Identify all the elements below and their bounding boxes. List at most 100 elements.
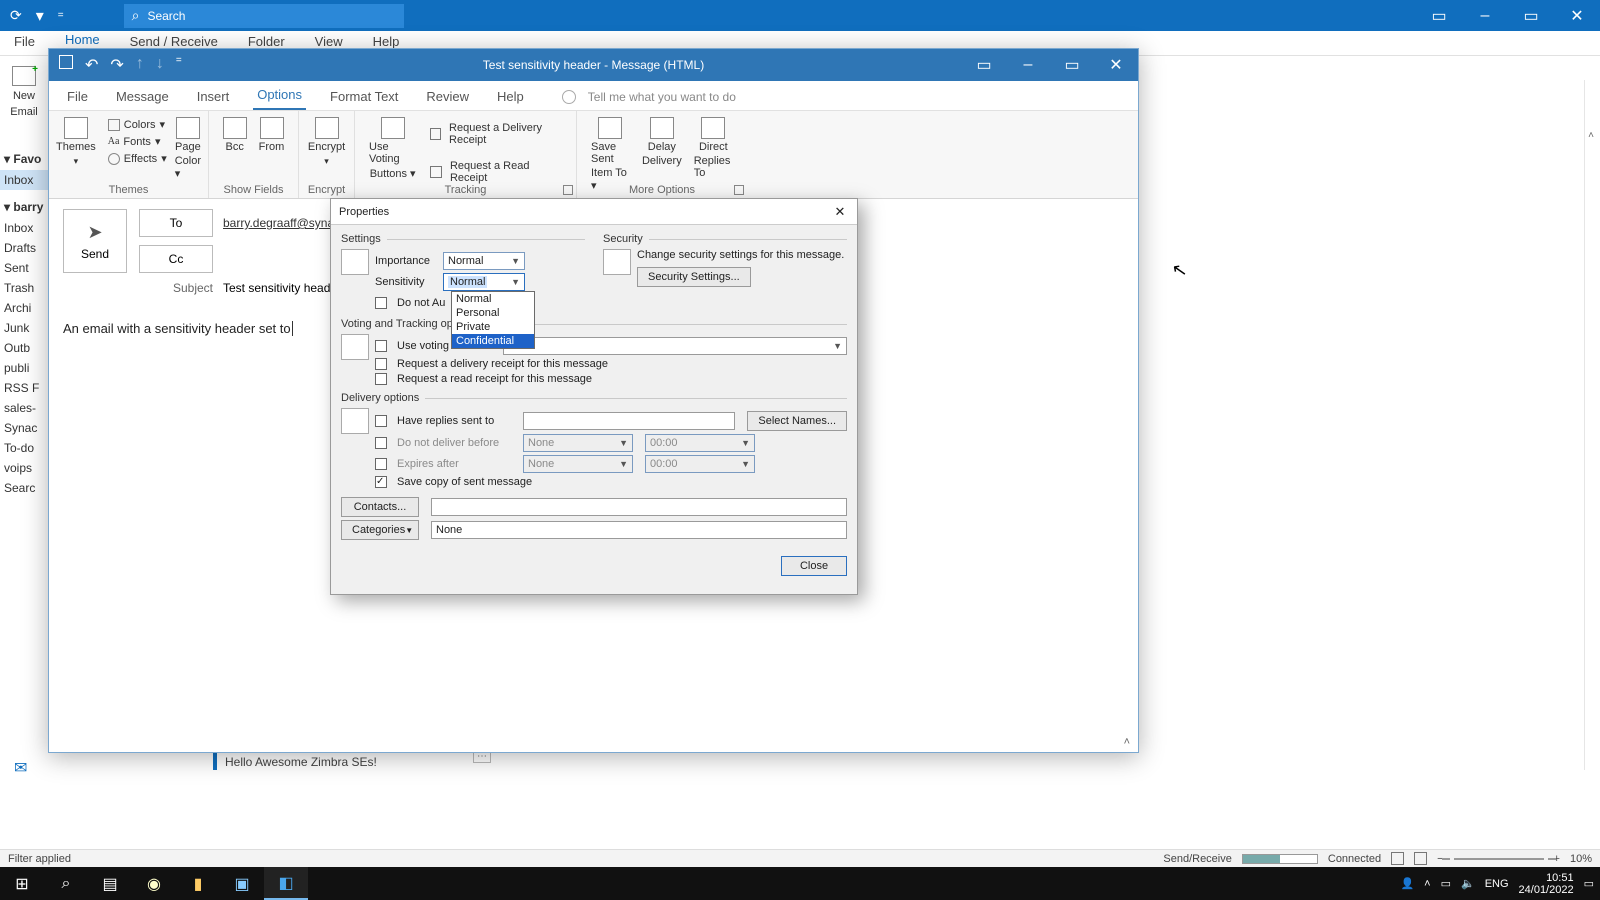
qat-arrow-icon[interactable]: ▾	[36, 6, 44, 26]
redo-icon[interactable]	[110, 55, 123, 75]
nav-item-junk[interactable]: Junk	[0, 318, 48, 338]
req-delivery-checkbox[interactable]	[375, 358, 387, 370]
tray-clock[interactable]: 10:51 24/01/2022	[1519, 872, 1574, 896]
taskbar-search-icon[interactable]: ⌕	[44, 867, 88, 900]
nav-item-voips[interactable]: voips	[0, 458, 48, 478]
tray-monitor-icon[interactable]: ▭	[1441, 877, 1451, 890]
explorer-icon[interactable]: ▮	[176, 867, 220, 900]
have-replies-checkbox[interactable]	[375, 415, 387, 427]
sensitivity-select[interactable]: Normal▼	[443, 273, 525, 291]
no-deliver-date-select[interactable]: None▼	[523, 434, 633, 452]
nav-item-inbox[interactable]: Inbox	[0, 218, 48, 238]
importance-select[interactable]: Normal▼	[443, 252, 525, 270]
main-minimize-button[interactable]	[1462, 0, 1508, 31]
categories-value[interactable]: None	[431, 521, 847, 539]
nav-item-todo[interactable]: To-do	[0, 438, 48, 458]
sensitivity-option-private[interactable]: Private	[452, 320, 534, 334]
tab-file[interactable]: File	[63, 83, 92, 110]
to-button[interactable]: To	[139, 209, 213, 237]
delay-delivery-button[interactable]: DelayDelivery	[636, 115, 688, 169]
security-settings-button[interactable]: Security Settings...	[637, 267, 751, 287]
chrome-icon[interactable]: ◉	[132, 867, 176, 900]
start-button[interactable]: ⊞	[0, 867, 44, 900]
app-icon[interactable]: ▣	[220, 867, 264, 900]
more-options-launcher-icon[interactable]	[734, 185, 744, 195]
zoom-slider[interactable]	[1454, 858, 1544, 860]
request-delivery-receipt[interactable]: Request a Delivery Receipt	[428, 121, 568, 147]
properties-titlebar[interactable]: Properties ✕	[331, 199, 857, 225]
tab-help[interactable]: Help	[493, 83, 528, 110]
use-voting-checkbox[interactable]	[375, 340, 387, 352]
themes-button[interactable]: Themes	[50, 115, 102, 169]
cc-button[interactable]: Cc	[139, 245, 213, 273]
qat-equals-icon[interactable]: =	[58, 10, 64, 21]
do-not-autoarchive-checkbox[interactable]	[375, 297, 387, 309]
tab-options[interactable]: Options	[253, 81, 306, 110]
main-close-button[interactable]	[1554, 0, 1600, 31]
nav-group-favorites[interactable]: ▾ Favo	[0, 148, 48, 170]
save-icon[interactable]	[59, 55, 73, 69]
tell-me-box[interactable]: Tell me what you want to do	[562, 84, 740, 110]
expires-date-select[interactable]: None▼	[523, 455, 633, 473]
nav-item-archive[interactable]: Archi	[0, 298, 48, 318]
page-color-button[interactable]: Page Color ▾	[169, 115, 207, 182]
send-button[interactable]: ➤ Send	[63, 209, 127, 273]
qat-customize-icon[interactable]: =	[176, 55, 182, 75]
no-deliver-time-select[interactable]: 00:00▼	[645, 434, 755, 452]
nav-item-trash[interactable]: Trash	[0, 278, 48, 298]
nav-item-outbox[interactable]: Outb	[0, 338, 48, 358]
no-deliver-before-checkbox[interactable]	[375, 437, 387, 449]
view-reading-icon[interactable]	[1414, 852, 1427, 865]
bcc-button[interactable]: Bcc	[217, 115, 253, 155]
tray-language[interactable]: ENG	[1485, 878, 1509, 890]
new-email-button[interactable]: + New Email	[0, 56, 48, 146]
nav-item-public[interactable]: publi	[0, 358, 48, 378]
tab-insert[interactable]: Insert	[193, 83, 234, 110]
compose-maximize-button[interactable]	[1050, 49, 1094, 81]
have-replies-input[interactable]	[523, 412, 735, 430]
subject-field[interactable]: Test sensitivity header	[223, 281, 341, 295]
contacts-input[interactable]	[431, 498, 847, 516]
nav-item-sales[interactable]: sales-	[0, 398, 48, 418]
sensitivity-option-normal[interactable]: Normal	[452, 292, 534, 306]
outlook-taskbar-icon[interactable]: ◧	[264, 867, 308, 900]
close-button[interactable]: Close	[781, 556, 847, 576]
ribbon-collapse-icon[interactable]: ˄	[1124, 736, 1130, 748]
tab-review[interactable]: Review	[422, 83, 473, 110]
sensitivity-option-confidential[interactable]: Confidential	[452, 334, 534, 348]
main-maximize-button[interactable]	[1508, 0, 1554, 31]
nav-item-sent[interactable]: Sent	[0, 258, 48, 278]
direct-replies-button[interactable]: DirectReplies To	[688, 115, 739, 181]
request-read-receipt[interactable]: Request a Read Receipt	[428, 159, 568, 185]
themes-fonts[interactable]: AaFonts ▾	[106, 134, 169, 149]
nav-item-inbox-fav[interactable]: Inbox	[0, 170, 48, 190]
req-read-checkbox[interactable]	[375, 373, 387, 385]
properties-close-icon[interactable]: ✕	[831, 203, 849, 221]
undo-icon[interactable]	[85, 55, 98, 75]
reading-pane-collapse-icon[interactable]: ˄	[1588, 130, 1594, 141]
nav-item-drafts[interactable]: Drafts	[0, 238, 48, 258]
encrypt-button[interactable]: Encrypt	[302, 115, 351, 169]
voting-buttons-select[interactable]: ▼	[503, 337, 847, 355]
compose-minimize-button[interactable]	[1006, 49, 1050, 81]
sensitivity-option-personal[interactable]: Personal	[452, 306, 534, 320]
ribbon-display-icon[interactable]: ▭	[1416, 0, 1462, 31]
mail-module-icon[interactable]: ✉	[14, 758, 27, 778]
nav-item-synac[interactable]: Synac	[0, 418, 48, 438]
refresh-icon[interactable]	[10, 7, 22, 25]
compose-ribbon-display-icon[interactable]: ▭	[962, 49, 1006, 81]
themes-colors[interactable]: Colors ▾	[106, 117, 169, 132]
view-normal-icon[interactable]	[1391, 852, 1404, 865]
compose-titlebar[interactable]: = Test sensitivity header - Message (HTM…	[49, 49, 1138, 81]
tray-notifications-icon[interactable]: ▭	[1584, 877, 1594, 890]
nav-group-account[interactable]: ▾ barry	[0, 196, 48, 218]
tab-formattext[interactable]: Format Text	[326, 83, 402, 110]
tab-message[interactable]: Message	[112, 83, 173, 110]
menu-file[interactable]: File	[10, 30, 39, 55]
from-button[interactable]: From	[253, 115, 291, 155]
select-names-button[interactable]: Select Names...	[747, 411, 847, 431]
save-sent-item-button[interactable]: Save SentItem To ▾	[585, 115, 636, 194]
nav-item-rss[interactable]: RSS F	[0, 378, 48, 398]
task-view-icon[interactable]: ▤	[88, 867, 132, 900]
nav-item-search[interactable]: Searc	[0, 478, 48, 498]
